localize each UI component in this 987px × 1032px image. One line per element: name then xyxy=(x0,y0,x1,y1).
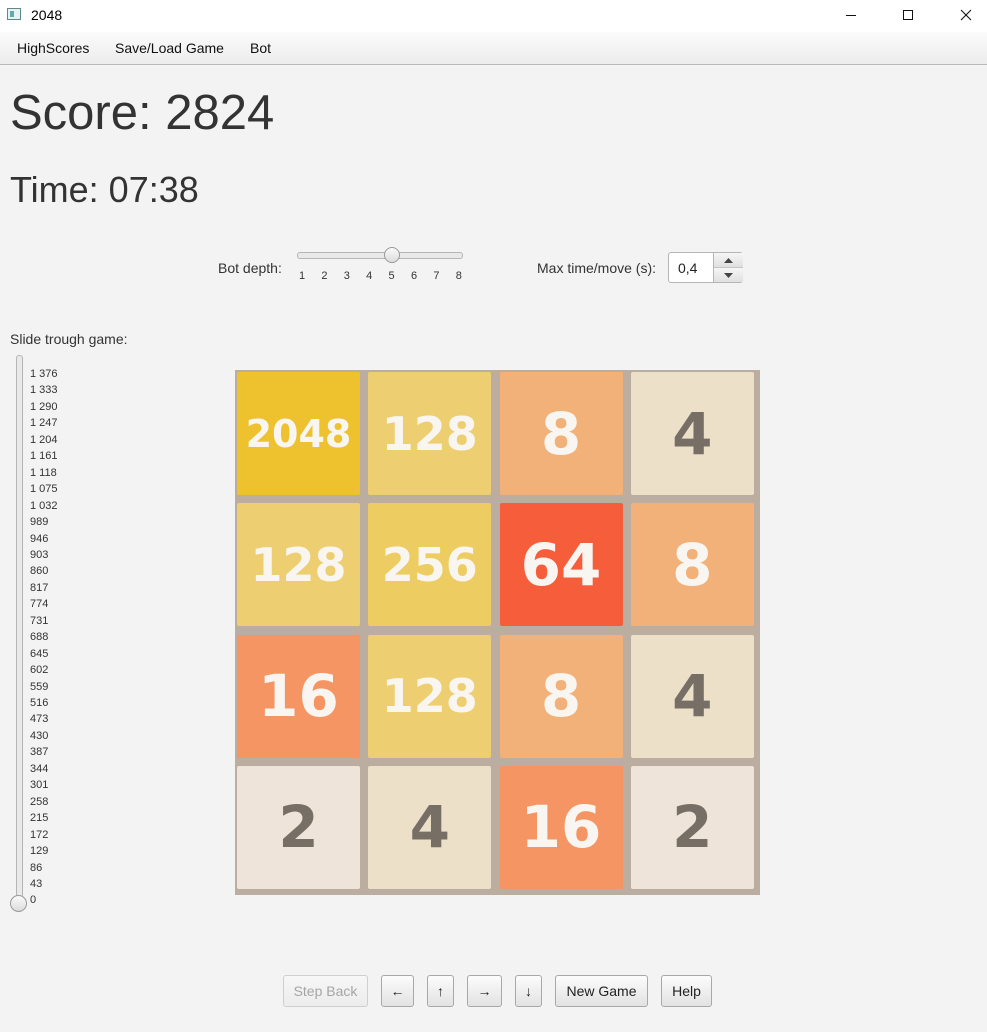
chevron-up-icon xyxy=(724,257,733,263)
menu-save-load-game[interactable]: Save/Load Game xyxy=(115,40,224,56)
move-left-button[interactable]: ← xyxy=(381,975,414,1007)
board-tile: 64 xyxy=(499,503,623,627)
board-tile: 128 xyxy=(368,634,492,758)
game-history-track[interactable] xyxy=(16,355,23,907)
board-tile: 16 xyxy=(499,765,623,889)
history-tick-label: 731 xyxy=(30,614,49,627)
history-tick-label: 559 xyxy=(30,680,49,693)
history-tick-label: 1 032 xyxy=(30,499,58,512)
bot-depth-tick-label: 5 xyxy=(388,270,395,282)
bot-depth-tick-label: 7 xyxy=(433,270,440,282)
history-tick-label: 602 xyxy=(30,664,49,677)
board-tile: 4 xyxy=(630,372,754,495)
history-tick-label: 1 333 xyxy=(30,384,58,397)
history-tick-label: 0 xyxy=(30,894,37,907)
spinner-decrement-button[interactable] xyxy=(713,268,743,282)
menu-bot[interactable]: Bot xyxy=(250,40,271,56)
history-tick-label: 516 xyxy=(30,697,49,709)
title-bar: 2048 xyxy=(0,0,987,32)
board-tile: 4 xyxy=(368,765,492,889)
bot-depth-tick-label: 6 xyxy=(410,270,418,282)
history-tick-label: 1 290 xyxy=(30,400,58,413)
history-tick-label: 989 xyxy=(30,516,49,529)
bot-depth-thumb[interactable] xyxy=(383,247,400,263)
bot-depth-tick-label: 3 xyxy=(343,270,350,282)
move-down-button[interactable]: ↓ xyxy=(515,975,542,1007)
history-tick-label: 344 xyxy=(30,762,49,775)
history-tick-label: 258 xyxy=(30,795,49,808)
minimize-button[interactable] xyxy=(828,0,874,30)
bot-depth-label: Bot depth: xyxy=(218,260,282,276)
history-tick-label: 301 xyxy=(30,779,49,792)
history-tick-label: 86 xyxy=(30,861,43,874)
game-history-thumb[interactable] xyxy=(10,895,27,912)
move-right-button[interactable]: → xyxy=(467,975,502,1007)
board-tile: 2 xyxy=(237,765,360,889)
history-tick-label: 430 xyxy=(30,729,49,742)
maximize-button[interactable] xyxy=(885,0,931,30)
history-tick-label: 129 xyxy=(30,845,49,858)
new-game-button[interactable]: New Game xyxy=(555,975,648,1007)
spinner-increment-button[interactable] xyxy=(713,253,743,268)
history-tick-label: 473 xyxy=(30,713,49,726)
close-button[interactable] xyxy=(943,0,987,30)
board-tile: 4 xyxy=(630,634,754,758)
history-tick-label: 817 xyxy=(30,581,49,594)
time-label: Time: 07:38 xyxy=(10,169,199,210)
window-title: 2048 xyxy=(31,7,63,23)
close-icon xyxy=(960,9,972,21)
board-tile: 2 xyxy=(630,765,754,889)
bot-depth-track[interactable] xyxy=(297,252,463,259)
history-tick-label: 688 xyxy=(30,631,49,644)
history-tick-label: 172 xyxy=(30,828,49,841)
max-time-input[interactable] xyxy=(669,253,713,282)
board-tile: 128 xyxy=(237,503,360,627)
board-tile: 256 xyxy=(368,503,492,627)
bot-depth-tick-label: 2 xyxy=(321,270,328,282)
board-tile: 8 xyxy=(630,503,754,627)
board-tile: 128 xyxy=(368,372,492,495)
history-tick-label: 774 xyxy=(30,598,49,611)
max-time-label: Max time/move (s): xyxy=(537,260,657,276)
step-back-button[interactable]: Step Back xyxy=(283,975,368,1007)
board-tile: 2048 xyxy=(237,372,360,495)
history-tick-label: 387 xyxy=(30,746,49,759)
minimize-icon xyxy=(846,15,856,16)
menu-bar: HighScores Save/Load Game Bot xyxy=(0,32,987,65)
history-tick-label: 860 xyxy=(30,565,49,578)
menu-highscores[interactable]: HighScores xyxy=(17,40,89,56)
app-icon xyxy=(7,8,21,20)
history-tick-label: 903 xyxy=(30,548,49,561)
history-tick-label: 1 075 xyxy=(30,483,58,496)
board-tile: 8 xyxy=(499,372,623,495)
history-tick-label: 1 376 xyxy=(30,368,58,380)
history-tick-label: 946 xyxy=(30,532,49,545)
move-up-button[interactable]: ↑ xyxy=(427,975,454,1007)
game-board: 2048 128 8 4 128 256 64 8 16 128 8 4 2 4 16 2 xyxy=(235,370,760,895)
board-tile: 8 xyxy=(499,634,623,758)
history-tick-label: 1 161 xyxy=(30,450,58,463)
chevron-down-icon xyxy=(724,272,733,278)
board-tile: 16 xyxy=(237,634,360,758)
history-tick-label: 215 xyxy=(30,812,49,825)
max-time-spinner[interactable] xyxy=(668,252,743,283)
history-tick-label: 1 247 xyxy=(30,417,58,430)
score-label: Score: 2824 xyxy=(10,86,275,140)
bot-depth-tick-label: 4 xyxy=(366,270,373,282)
slide-game-label: Slide trough game: xyxy=(10,331,128,347)
history-tick-label: 1 204 xyxy=(30,433,58,446)
maximize-icon xyxy=(903,10,913,20)
history-tick-label: 43 xyxy=(30,877,43,890)
history-tick-label: 645 xyxy=(30,647,49,660)
bot-depth-tick-label: 1 xyxy=(298,270,306,282)
history-tick-label: 1 118 xyxy=(30,466,57,479)
help-button[interactable]: Help xyxy=(661,975,712,1007)
bot-depth-tick-label: 8 xyxy=(455,270,462,282)
